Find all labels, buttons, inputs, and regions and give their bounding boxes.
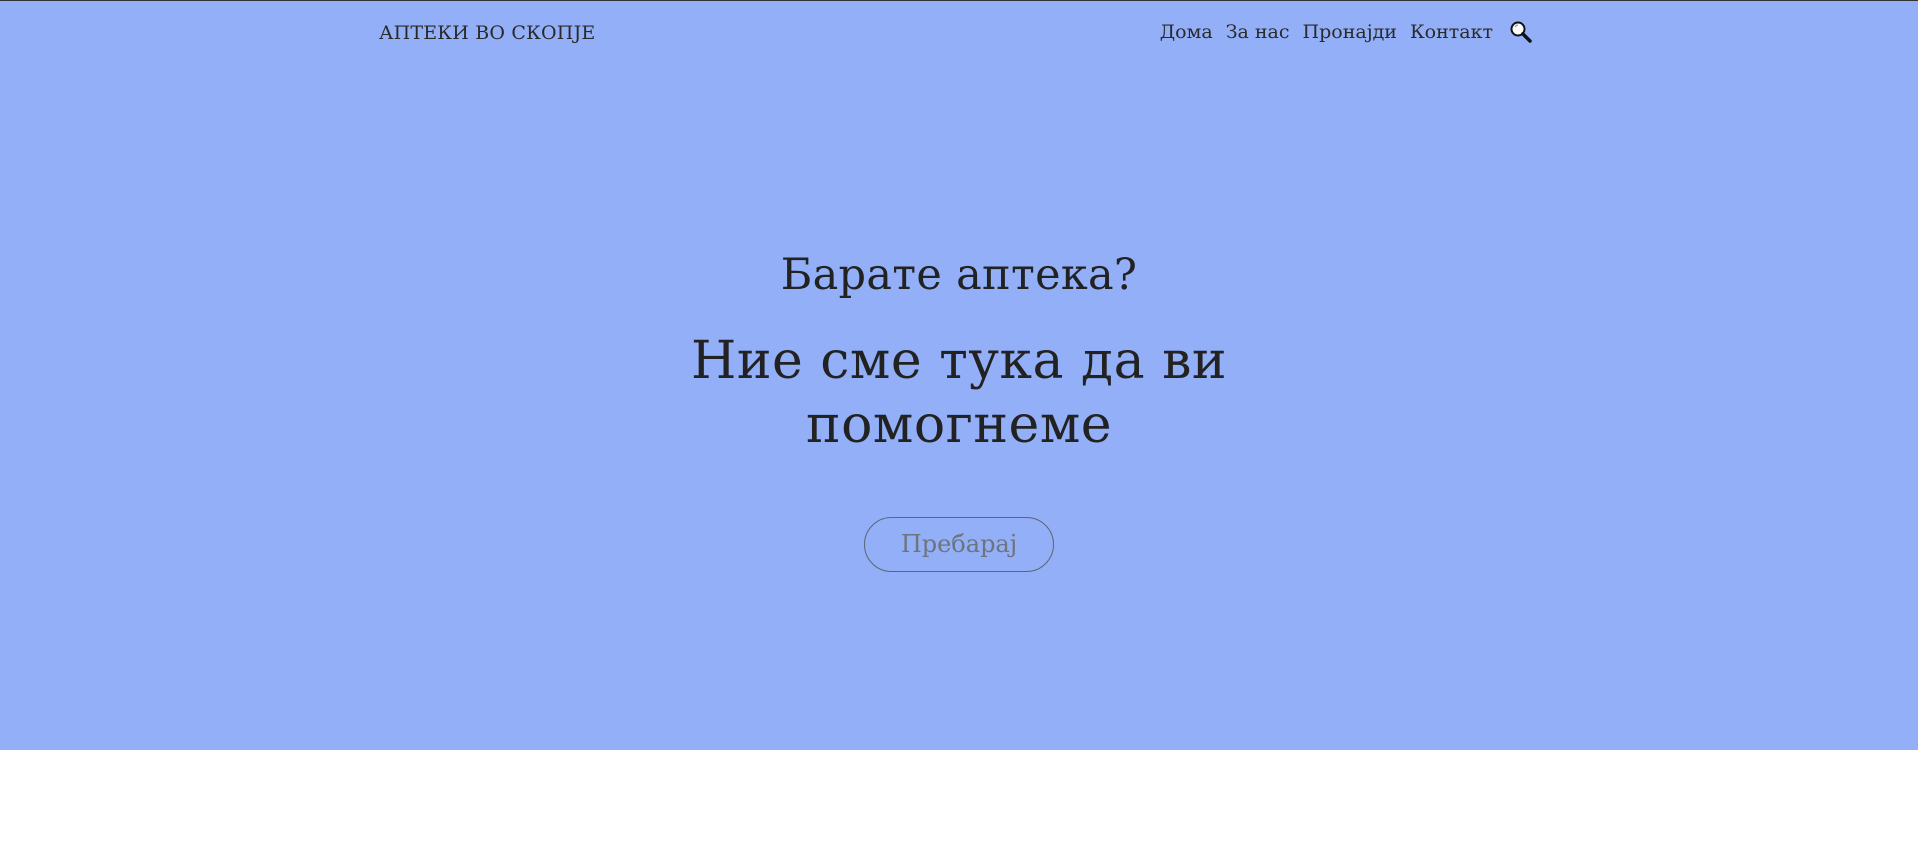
hero-headline: Ние сме тука да ви помогнеме: [690, 331, 1228, 455]
search-button[interactable]: Пребарај: [864, 517, 1054, 572]
search-icon[interactable]: [1508, 19, 1534, 45]
brand-logo-link[interactable]: АПТЕКИ ВО СКОПЈЕ: [379, 20, 595, 46]
main-nav: Дома За нас Пронајди Контакт: [1160, 19, 1534, 45]
hero-content: Барате аптека? Ние сме тука да ви помогн…: [0, 247, 1918, 572]
nav-link-find[interactable]: Пронајди: [1303, 19, 1397, 45]
nav-link-home[interactable]: Дома: [1160, 19, 1213, 45]
nav-link-about[interactable]: За нас: [1226, 19, 1290, 45]
hero-section: АПТЕКИ ВО СКОПЈЕ Дома За нас Пронајди Ко…: [0, 0, 1918, 750]
nav-link-contact[interactable]: Контакт: [1410, 19, 1493, 45]
hero-subtitle: Барате аптека?: [780, 250, 1138, 300]
